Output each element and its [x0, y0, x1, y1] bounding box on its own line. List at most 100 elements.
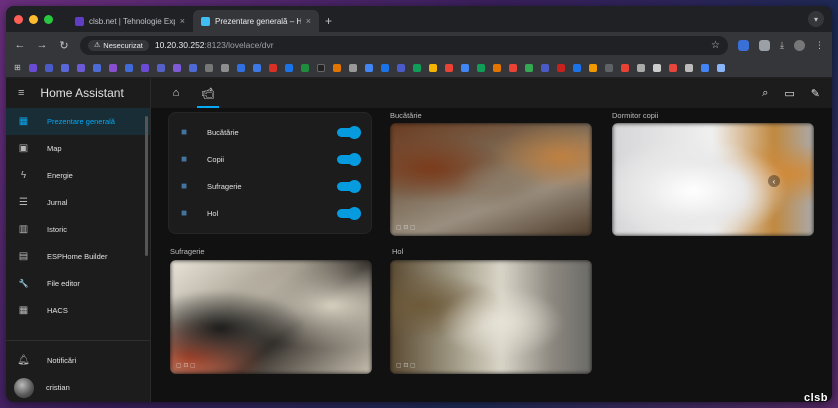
- bookmark-icon[interactable]: [284, 63, 293, 72]
- menu-collapse-icon[interactable]: ≡: [18, 87, 24, 99]
- bookmark-icon[interactable]: [236, 63, 245, 72]
- close-tab-icon[interactable]: ×: [180, 16, 185, 26]
- entity-toggle[interactable]: [337, 153, 361, 166]
- tab-home[interactable]: ⌂: [163, 78, 189, 108]
- entity-toggle[interactable]: [337, 126, 361, 139]
- sidebar-item-history[interactable]: ▥ Istoric: [6, 216, 150, 243]
- chevron-left-icon[interactable]: ‹: [768, 175, 780, 187]
- bookmark-icon[interactable]: [268, 63, 277, 72]
- close-tab-icon[interactable]: ×: [306, 16, 311, 26]
- bookmark-icon[interactable]: [60, 63, 69, 72]
- entity-row[interactable]: ■ Bucătărie: [181, 119, 361, 146]
- bookmark-icon[interactable]: [412, 63, 421, 72]
- minimize-window-button[interactable]: [29, 14, 38, 24]
- entity-toggle[interactable]: [337, 207, 361, 220]
- bookmark-icon[interactable]: [684, 63, 693, 72]
- sidebar-item-energy[interactable]: ϟ Energie: [6, 162, 150, 189]
- browser-tab-clsb[interactable]: clsb.net | Tehnologie Explicată ×: [67, 10, 193, 32]
- bookmark-icon[interactable]: [204, 63, 213, 72]
- sidebar-item-overview[interactable]: ▦ Prezentare generală: [6, 108, 150, 135]
- bookmark-icon[interactable]: [316, 63, 325, 72]
- close-window-button[interactable]: [14, 14, 23, 24]
- bookmark-icon[interactable]: [476, 63, 485, 72]
- browser-tab-home-assistant[interactable]: Prezentare generală – Home Assistant ×: [193, 10, 319, 32]
- apps-grid-icon[interactable]: ⊞: [14, 63, 21, 72]
- entity-row[interactable]: ■ Copii: [181, 146, 361, 173]
- bookmark-icon[interactable]: [28, 63, 37, 72]
- entity-row[interactable]: ■ Hol: [181, 200, 361, 227]
- address-bar[interactable]: ⚠ Nesecurizat 10.20.30.252 :8123/lovelac…: [80, 35, 729, 55]
- sidebar-item-logbook[interactable]: ☰ Jurnal: [6, 189, 150, 216]
- bookmark-icon[interactable]: [300, 63, 309, 72]
- bookmark-icon[interactable]: [92, 63, 101, 72]
- entity-toggle[interactable]: [337, 180, 361, 193]
- camera-feed-hall[interactable]: ▢ ⊡ ▢: [390, 260, 592, 374]
- sidebar-item-esphome[interactable]: ▤ ESPHome Builder: [6, 243, 150, 270]
- bookmark-icon[interactable]: [332, 63, 341, 72]
- sidebar-item-file-editor[interactable]: 🔧 File editor: [6, 270, 150, 297]
- tab-search-button[interactable]: ▾: [808, 11, 824, 27]
- bookmark-icon[interactable]: [172, 63, 181, 72]
- assist-chat-icon[interactable]: ▭: [784, 87, 794, 100]
- bookmark-icon[interactable]: [380, 63, 389, 72]
- camera-feed-kids-room[interactable]: ▢ ⊡ ▢ ‹: [612, 123, 814, 236]
- bookmark-star-icon[interactable]: ☆: [711, 40, 720, 51]
- bookmark-icon[interactable]: [652, 63, 661, 72]
- bookmark-icon[interactable]: [508, 63, 517, 72]
- bookmark-icon[interactable]: [588, 63, 597, 72]
- tab-cctv[interactable]: 📹︎: [195, 78, 221, 108]
- bookmark-icon[interactable]: [604, 63, 613, 72]
- bookmark-icon[interactable]: [76, 63, 85, 72]
- bookmark-icon[interactable]: [252, 63, 261, 72]
- dashboard-icon: ▦: [18, 116, 29, 127]
- new-tab-button[interactable]: +: [319, 10, 338, 32]
- reload-icon[interactable]: ↻: [58, 39, 70, 52]
- sidebar-item-hacs[interactable]: ▦ HACS: [6, 297, 150, 324]
- bookmark-icon[interactable]: [668, 63, 677, 72]
- bookmark-icon[interactable]: [108, 63, 117, 72]
- edit-pencil-icon[interactable]: ✎: [811, 87, 820, 100]
- extensions-puzzle-icon[interactable]: [759, 39, 771, 51]
- bookmark-icon[interactable]: [716, 63, 725, 72]
- sidebar-item-notifications[interactable]: 🔔︎ Notificări: [6, 347, 150, 374]
- bookmark-icon[interactable]: [540, 63, 549, 72]
- bookmark-icon[interactable]: [492, 63, 501, 72]
- camera-controls-icon[interactable]: ▢ ⊡ ▢: [396, 224, 416, 231]
- camera-controls-icon[interactable]: ▢ ⊡ ▢: [396, 362, 416, 369]
- entity-row[interactable]: ■ Sufragerie: [181, 173, 361, 200]
- back-arrow-icon[interactable]: ←: [14, 39, 26, 51]
- bookmark-icon[interactable]: [396, 63, 405, 72]
- bookmark-icon[interactable]: [620, 63, 629, 72]
- maximize-window-button[interactable]: [44, 14, 53, 24]
- bookmark-icon[interactable]: [140, 63, 149, 72]
- sidebar-scrollbar[interactable]: [145, 116, 148, 256]
- extension-icon[interactable]: [738, 39, 750, 51]
- download-icon[interactable]: ⤓: [780, 40, 784, 51]
- bookmark-icon[interactable]: [428, 63, 437, 72]
- bookmark-icon[interactable]: [188, 63, 197, 72]
- camera-controls-icon[interactable]: ▢ ⊡ ▢: [176, 362, 196, 369]
- bookmark-icon[interactable]: [444, 63, 453, 72]
- camera-controls-icon[interactable]: ▢ ⊡ ▢: [618, 224, 638, 231]
- bookmark-icon[interactable]: [156, 63, 165, 72]
- bookmark-icon[interactable]: [700, 63, 709, 72]
- sidebar-item-map[interactable]: ▣ Map: [6, 135, 150, 162]
- bookmark-icon[interactable]: [124, 63, 133, 72]
- forward-arrow-icon[interactable]: →: [36, 39, 48, 51]
- camera-feed-kitchen[interactable]: ▢ ⊡ ▢: [390, 123, 592, 236]
- bookmark-icon[interactable]: [636, 63, 645, 72]
- bookmark-icon[interactable]: [44, 63, 53, 72]
- bookmark-icon[interactable]: [220, 63, 229, 72]
- bookmark-icon[interactable]: [364, 63, 373, 72]
- bookmark-icon[interactable]: [460, 63, 469, 72]
- bookmark-icon[interactable]: [556, 63, 565, 72]
- bookmark-icon[interactable]: [524, 63, 533, 72]
- security-indicator[interactable]: ⚠ Nesecurizat: [88, 39, 149, 51]
- search-icon[interactable]: ⌕: [762, 87, 768, 100]
- profile-avatar-icon[interactable]: [794, 39, 805, 51]
- camera-feed-living-room[interactable]: ▢ ⊡ ▢: [170, 260, 372, 374]
- bookmark-icon[interactable]: [348, 63, 357, 72]
- bookmark-icon[interactable]: [572, 63, 581, 72]
- sidebar-item-profile[interactable]: cristian: [6, 374, 150, 401]
- menu-kebab-icon[interactable]: ⋮: [815, 40, 824, 51]
